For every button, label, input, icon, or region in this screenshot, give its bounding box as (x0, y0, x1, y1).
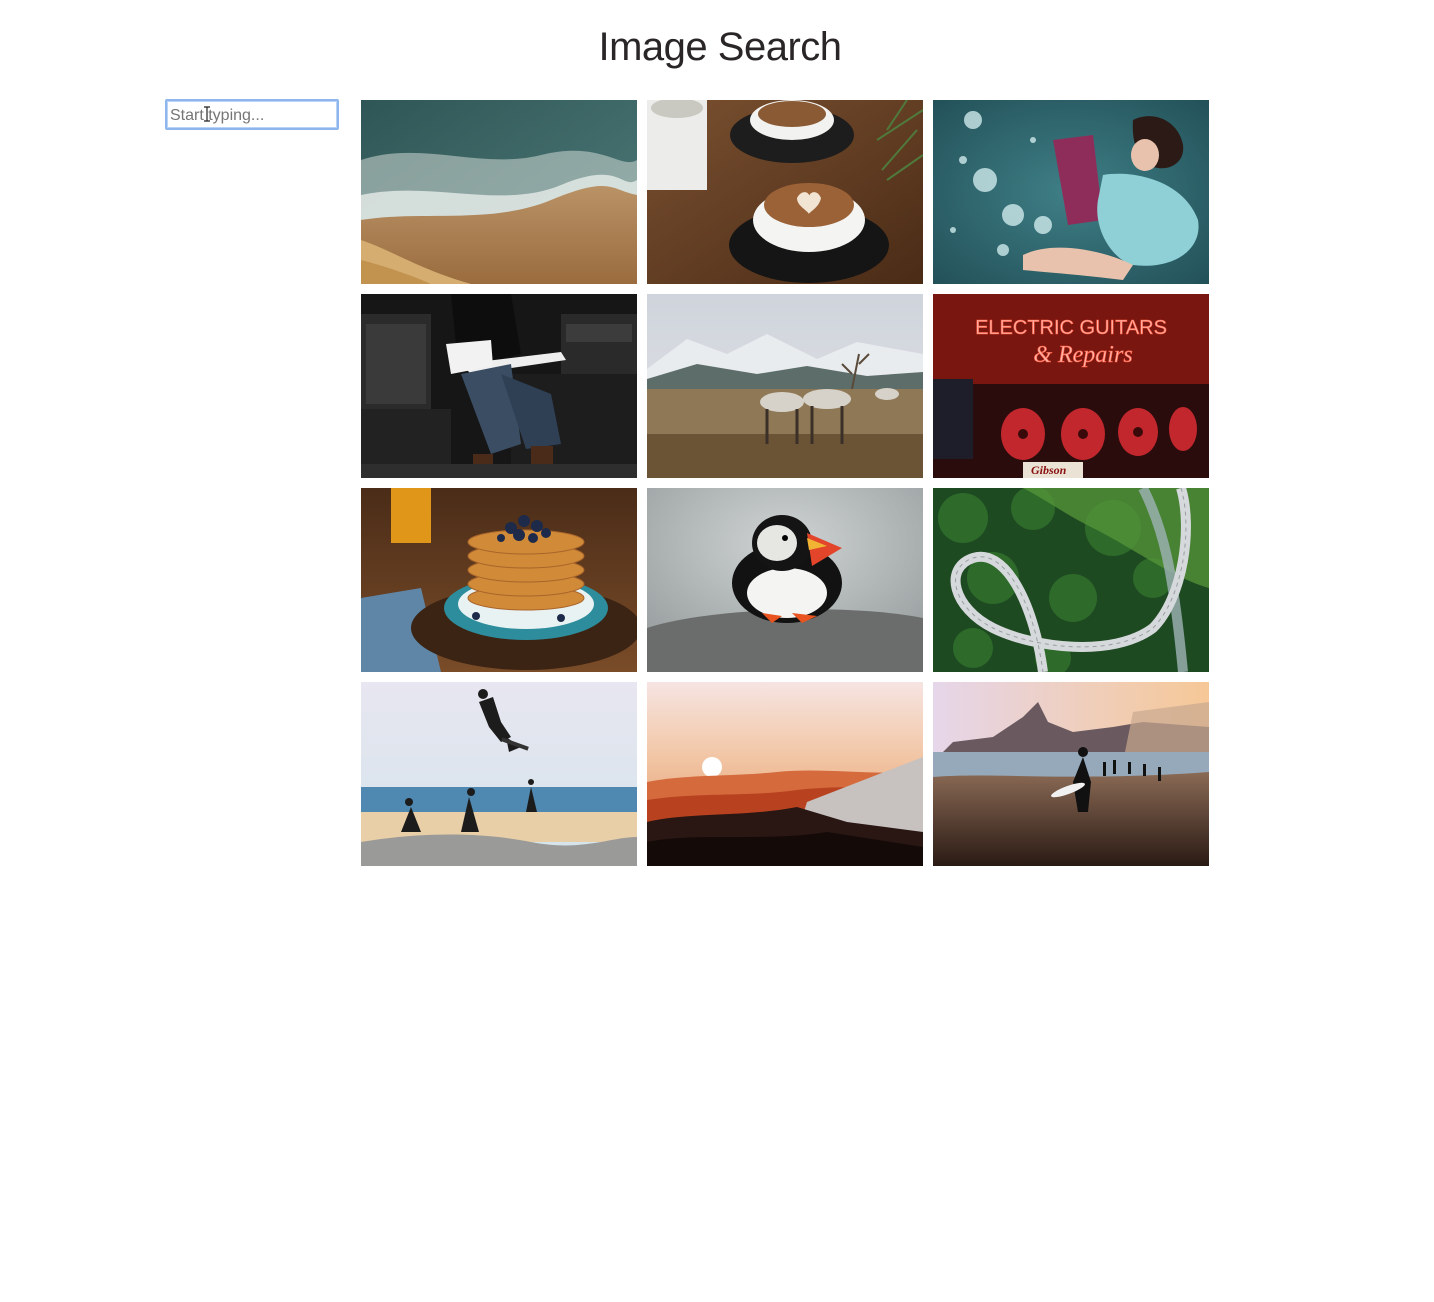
shop-sign-line2: & Repairs (1033, 342, 1132, 368)
winding-road-image (933, 488, 1209, 672)
search-input[interactable] (165, 99, 339, 130)
pancakes-image (361, 488, 637, 672)
image-tile-mountain-sunset[interactable] (647, 682, 923, 866)
shop-sign-line1: ELECTRIC GUITARS (975, 317, 1167, 339)
shop-brand-label: Gibson (1031, 463, 1067, 477)
beach-surfer-image (933, 682, 1209, 866)
ocean-waves-image (361, 100, 637, 284)
page-title: Image Search (598, 25, 842, 69)
image-tile-winding-road[interactable] (933, 488, 1209, 672)
image-tile-skateboarder[interactable] (361, 682, 637, 866)
guitar-shop-image: ELECTRIC GUITARS & Repairs Gibson (933, 294, 1209, 478)
mountain-sunset-image (647, 682, 923, 866)
image-tile-woman-reading[interactable] (933, 100, 1209, 284)
image-grid: ELECTRIC GUITARS & Repairs Gibson (361, 100, 1209, 866)
woman-reading-image (933, 100, 1209, 284)
image-tile-reindeer[interactable] (647, 294, 923, 478)
skateboarder-image (361, 682, 637, 866)
puffin-image (647, 488, 923, 672)
image-tile-beach-surfer[interactable] (933, 682, 1209, 866)
guitarist-image (361, 294, 637, 478)
image-tile-pancakes[interactable] (361, 488, 637, 672)
image-tile-puffin[interactable] (647, 488, 923, 672)
image-tile-guitarist[interactable] (361, 294, 637, 478)
image-tile-latte-coffee[interactable] (647, 100, 923, 284)
image-tile-ocean-waves[interactable] (361, 100, 637, 284)
reindeer-image (647, 294, 923, 478)
latte-coffee-image (647, 100, 923, 284)
image-tile-guitar-shop[interactable]: ELECTRIC GUITARS & Repairs Gibson (933, 294, 1209, 478)
